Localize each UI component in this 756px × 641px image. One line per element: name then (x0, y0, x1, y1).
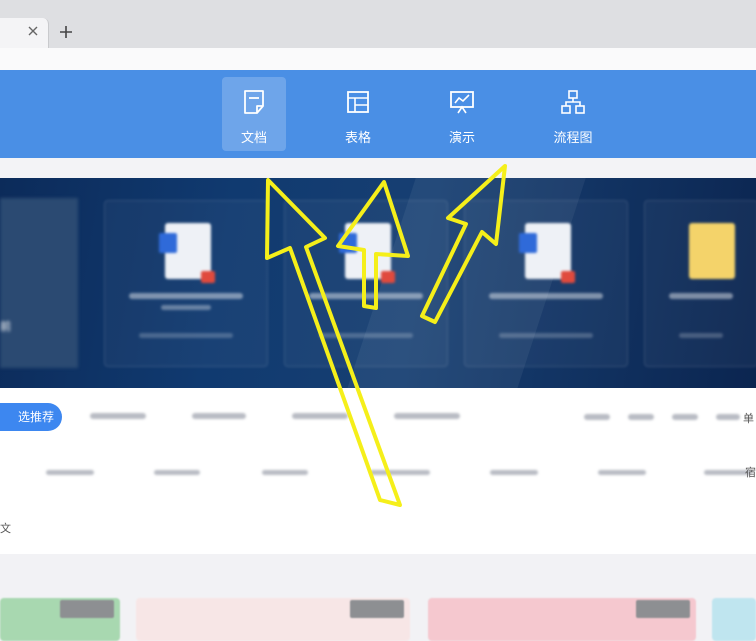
arrow-to-table (336, 180, 410, 310)
arrow-to-presentation (420, 164, 507, 324)
arrow-to-document (265, 178, 402, 507)
annotation-arrows (265, 164, 507, 507)
